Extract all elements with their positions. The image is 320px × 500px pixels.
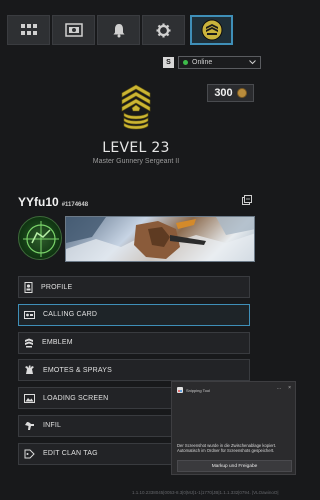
infil-icon xyxy=(25,421,34,430)
tab-profile[interactable] xyxy=(190,15,233,45)
player-level: LEVEL 23 xyxy=(102,140,170,156)
menu-item-profile[interactable]: PROFILE xyxy=(18,276,250,298)
emblem-icon xyxy=(25,338,33,348)
chevron-down-icon xyxy=(249,60,256,65)
bell-icon xyxy=(113,23,124,37)
profile-icon xyxy=(24,281,33,293)
top-nav xyxy=(0,10,302,48)
profile-rank-icon xyxy=(201,19,222,41)
copy-icon[interactable] xyxy=(242,195,252,205)
tab-grid[interactable] xyxy=(7,15,50,45)
toast-message: Der Screenshot wurde in die Zwischenabla… xyxy=(177,443,277,454)
menu-item-label: EDIT CLAN TAG xyxy=(43,450,98,458)
store-icon xyxy=(64,23,83,37)
tab-notifications[interactable] xyxy=(97,15,140,45)
status-row: S Online xyxy=(163,56,261,70)
online-dot-icon xyxy=(183,60,188,65)
build-version-text: 1.1.10.2338045|0053-8.3|0|MJ|1-1|1770|JB… xyxy=(132,490,279,495)
menu-item-label: LOADING SCREEN xyxy=(43,394,109,402)
grid-icon xyxy=(20,24,37,35)
online-status-dropdown[interactable]: Online xyxy=(178,56,261,69)
calling-card-artwork xyxy=(66,217,254,261)
menu-item-emblem[interactable]: EMBLEM xyxy=(18,331,250,354)
player-emblem[interactable] xyxy=(18,216,62,260)
markup-and-share-button[interactable]: Markup und Freigabe xyxy=(177,460,292,472)
status-value: Online xyxy=(192,59,213,66)
menu-item-calling-card[interactable]: CALLING CARD xyxy=(18,303,250,326)
snipping-tool-icon xyxy=(177,387,183,393)
tab-settings[interactable] xyxy=(142,15,185,45)
close-icon[interactable]: × xyxy=(288,385,291,391)
menu-item-label: CALLING CARD xyxy=(43,311,98,319)
menu-item-label: EMOTES & SPRAYS xyxy=(43,366,112,374)
cod-points-balance[interactable]: 300 xyxy=(207,84,254,102)
cod-points-icon xyxy=(236,88,247,98)
snipping-tool-notification[interactable]: Snipping Tool ... × Der Screenshot wurde… xyxy=(171,381,296,475)
cod-points-amount: 300 xyxy=(214,87,233,99)
menu-item-emotes-sprays[interactable]: EMOTES & SPRAYS xyxy=(18,359,250,382)
calling-card[interactable] xyxy=(65,216,255,262)
clan-tag-icon xyxy=(24,449,35,459)
player-tag: #1174648 xyxy=(61,202,89,208)
toast-header: Snipping Tool xyxy=(177,387,210,393)
more-options-icon[interactable]: ... xyxy=(277,385,281,391)
rank-title: Master Gunnery Sergeant II xyxy=(92,158,180,165)
menu-item-label: EMBLEM xyxy=(42,339,73,347)
calling-card-icon xyxy=(24,310,35,319)
reticle-emblem-icon xyxy=(23,221,59,257)
gear-icon xyxy=(156,23,171,37)
loading-screen-icon xyxy=(24,393,35,403)
menu-item-label: INFIL xyxy=(43,422,62,430)
menu-item-label: PROFILE xyxy=(41,283,73,291)
status-badge: S xyxy=(163,57,174,68)
tab-store[interactable] xyxy=(52,15,95,45)
player-name-row: YYfu10 #1174648 xyxy=(18,195,88,209)
emotes-icon xyxy=(25,365,34,375)
rank-insignia-icon xyxy=(121,84,151,130)
player-name: YYfu10 xyxy=(18,195,59,209)
toast-app-name: Snipping Tool xyxy=(186,387,210,393)
